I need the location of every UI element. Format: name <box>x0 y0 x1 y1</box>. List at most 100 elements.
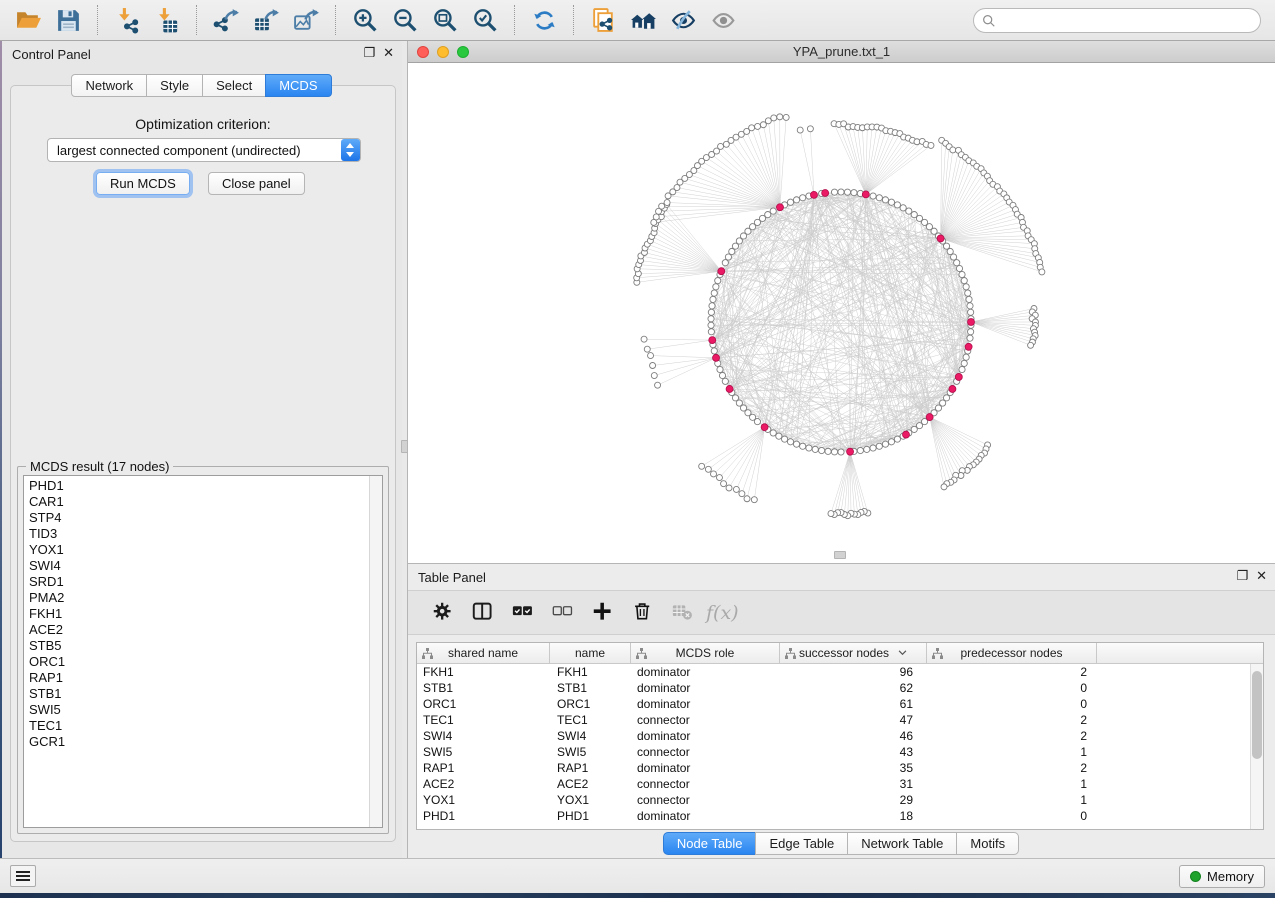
show-all-button[interactable] <box>705 3 741 37</box>
save-button[interactable] <box>50 3 86 37</box>
search-box[interactable] <box>973 8 1261 33</box>
open-button[interactable] <box>10 3 46 37</box>
table-row-RAP1[interactable]: RAP1RAP1dominator352 <box>417 760 1263 776</box>
select-stepper-icon <box>341 139 360 161</box>
mcds-result-item[interactable]: PMA2 <box>24 590 369 606</box>
cell: 43 <box>780 744 927 760</box>
refresh-button[interactable] <box>526 3 562 37</box>
column-header-shared-name[interactable]: shared name <box>417 643 550 663</box>
mcds-result-item[interactable]: RAP1 <box>24 670 369 686</box>
mcds-result-item[interactable]: PHD1 <box>24 478 369 494</box>
memory-button[interactable]: Memory <box>1179 865 1265 888</box>
tab-edge-table[interactable]: Edge Table <box>755 832 848 855</box>
table-tabbar: Node TableEdge TableNetwork TableMotifs <box>408 832 1275 855</box>
network-canvas[interactable] <box>408 63 1275 563</box>
run-mcds-button[interactable]: Run MCDS <box>96 172 190 195</box>
mcds-result-item[interactable]: SWI4 <box>24 558 369 574</box>
tab-network[interactable]: Network <box>71 74 147 97</box>
deselect-all-button[interactable] <box>546 596 580 630</box>
close-panel-icon[interactable]: ✕ <box>383 45 394 61</box>
mcds-result-item[interactable]: ACE2 <box>24 622 369 638</box>
optimization-criterion-select[interactable]: largest connected component (undirected) <box>47 138 361 162</box>
import-table-button[interactable] <box>149 3 185 37</box>
optimization-criterion-value: largest connected component (undirected) <box>48 143 341 158</box>
network-graph <box>408 63 1274 563</box>
new-network-from-selection-button[interactable] <box>585 3 621 37</box>
columns-icon <box>472 601 495 624</box>
search-input[interactable] <box>996 11 1260 31</box>
hide-selected-button[interactable] <box>665 3 701 37</box>
tab-node-table[interactable]: Node Table <box>663 832 757 855</box>
table-row-STB1[interactable]: STB1STB1dominator620 <box>417 680 1263 696</box>
column-header-successor-nodes[interactable]: successor nodes <box>780 643 927 663</box>
mcds-result-item[interactable]: SRD1 <box>24 574 369 590</box>
table-row-TEC1[interactable]: TEC1TEC1connector472 <box>417 712 1263 728</box>
float-table-panel-icon[interactable]: ❐ <box>1236 568 1248 584</box>
table-row-FKH1[interactable]: FKH1FKH1dominator962 <box>417 664 1263 680</box>
mcds-result-item[interactable]: STB5 <box>24 638 369 654</box>
delete-table-button[interactable] <box>666 596 700 630</box>
cell: 29 <box>780 792 927 808</box>
mcds-result-item[interactable]: TID3 <box>24 526 369 542</box>
memory-label: Memory <box>1207 869 1254 884</box>
column-header-predecessor-nodes[interactable]: predecessor nodes <box>927 643 1097 663</box>
close-table-panel-icon[interactable]: ✕ <box>1256 568 1267 584</box>
table-row-ORC1[interactable]: ORC1ORC1dominator610 <box>417 696 1263 712</box>
mcds-result-item[interactable]: TEC1 <box>24 718 369 734</box>
table-row-PHD1[interactable]: PHD1PHD1dominator180 <box>417 808 1263 824</box>
delete-column-button[interactable] <box>626 596 660 630</box>
export-image-button[interactable] <box>288 3 324 37</box>
float-panel-icon[interactable]: ❐ <box>363 45 375 61</box>
mcds-result-item[interactable]: ORC1 <box>24 654 369 670</box>
column-type-icon <box>422 648 433 659</box>
mcds-result-item[interactable]: SWI5 <box>24 702 369 718</box>
first-neighbors-button[interactable] <box>625 3 661 37</box>
cell: 31 <box>780 776 927 792</box>
horizontal-splitter-grip[interactable] <box>834 551 846 559</box>
cell: STB1 <box>550 680 631 696</box>
mcds-result-list[interactable]: PHD1CAR1STP4TID3YOX1SWI4SRD1PMA2FKH1ACE2… <box>23 475 383 828</box>
table-row-SWI5[interactable]: SWI5SWI5connector431 <box>417 744 1263 760</box>
network-window-titlebar[interactable]: YPA_prune.txt_1 <box>408 41 1275 63</box>
refresh-icon <box>531 7 558 34</box>
import-network-button[interactable] <box>109 3 145 37</box>
mcds-result-item[interactable]: CAR1 <box>24 494 369 510</box>
task-history-button[interactable] <box>10 865 36 887</box>
tab-select[interactable]: Select <box>202 74 266 97</box>
select-all-button[interactable] <box>506 596 540 630</box>
mcds-result-item[interactable]: STP4 <box>24 510 369 526</box>
mcds-result-item[interactable]: FKH1 <box>24 606 369 622</box>
cell: 47 <box>780 712 927 728</box>
column-type-icon <box>636 648 647 659</box>
tab-motifs[interactable]: Motifs <box>956 832 1019 855</box>
table-row-ACE2[interactable]: ACE2ACE2connector311 <box>417 776 1263 792</box>
cell: RAP1 <box>550 760 631 776</box>
settings-button[interactable] <box>426 596 460 630</box>
columns-button[interactable] <box>466 596 500 630</box>
memory-status-icon <box>1190 871 1201 882</box>
table-row-YOX1[interactable]: YOX1YOX1connector291 <box>417 792 1263 808</box>
zoom-selected-button[interactable] <box>467 3 503 37</box>
table-scrollbar[interactable] <box>1250 664 1263 829</box>
zoom-fit-button[interactable] <box>427 3 463 37</box>
mcds-result-item[interactable]: STB1 <box>24 686 369 702</box>
export-table-button[interactable] <box>248 3 284 37</box>
zoom-in-button[interactable] <box>347 3 383 37</box>
add-column-button[interactable] <box>586 596 620 630</box>
export-network-button[interactable] <box>208 3 244 37</box>
tab-mcds[interactable]: MCDS <box>265 74 331 97</box>
mcds-list-scrollbar[interactable] <box>369 476 382 827</box>
tab-network-table[interactable]: Network Table <box>847 832 957 855</box>
column-header-name[interactable]: name <box>550 643 631 663</box>
table-row-SWI4[interactable]: SWI4SWI4dominator462 <box>417 728 1263 744</box>
mcds-result-item[interactable]: YOX1 <box>24 542 369 558</box>
function-builder-button[interactable]: f(x) <box>706 602 739 624</box>
cell: FKH1 <box>550 664 631 680</box>
zoom-out-button[interactable] <box>387 3 423 37</box>
close-panel-button[interactable]: Close panel <box>208 172 305 195</box>
column-header-MCDS-role[interactable]: MCDS role <box>631 643 780 663</box>
mcds-result-item[interactable]: GCR1 <box>24 734 369 750</box>
tab-style[interactable]: Style <box>146 74 203 97</box>
cell: 2 <box>927 760 1097 776</box>
table-scrollbar-thumb[interactable] <box>1252 671 1262 759</box>
